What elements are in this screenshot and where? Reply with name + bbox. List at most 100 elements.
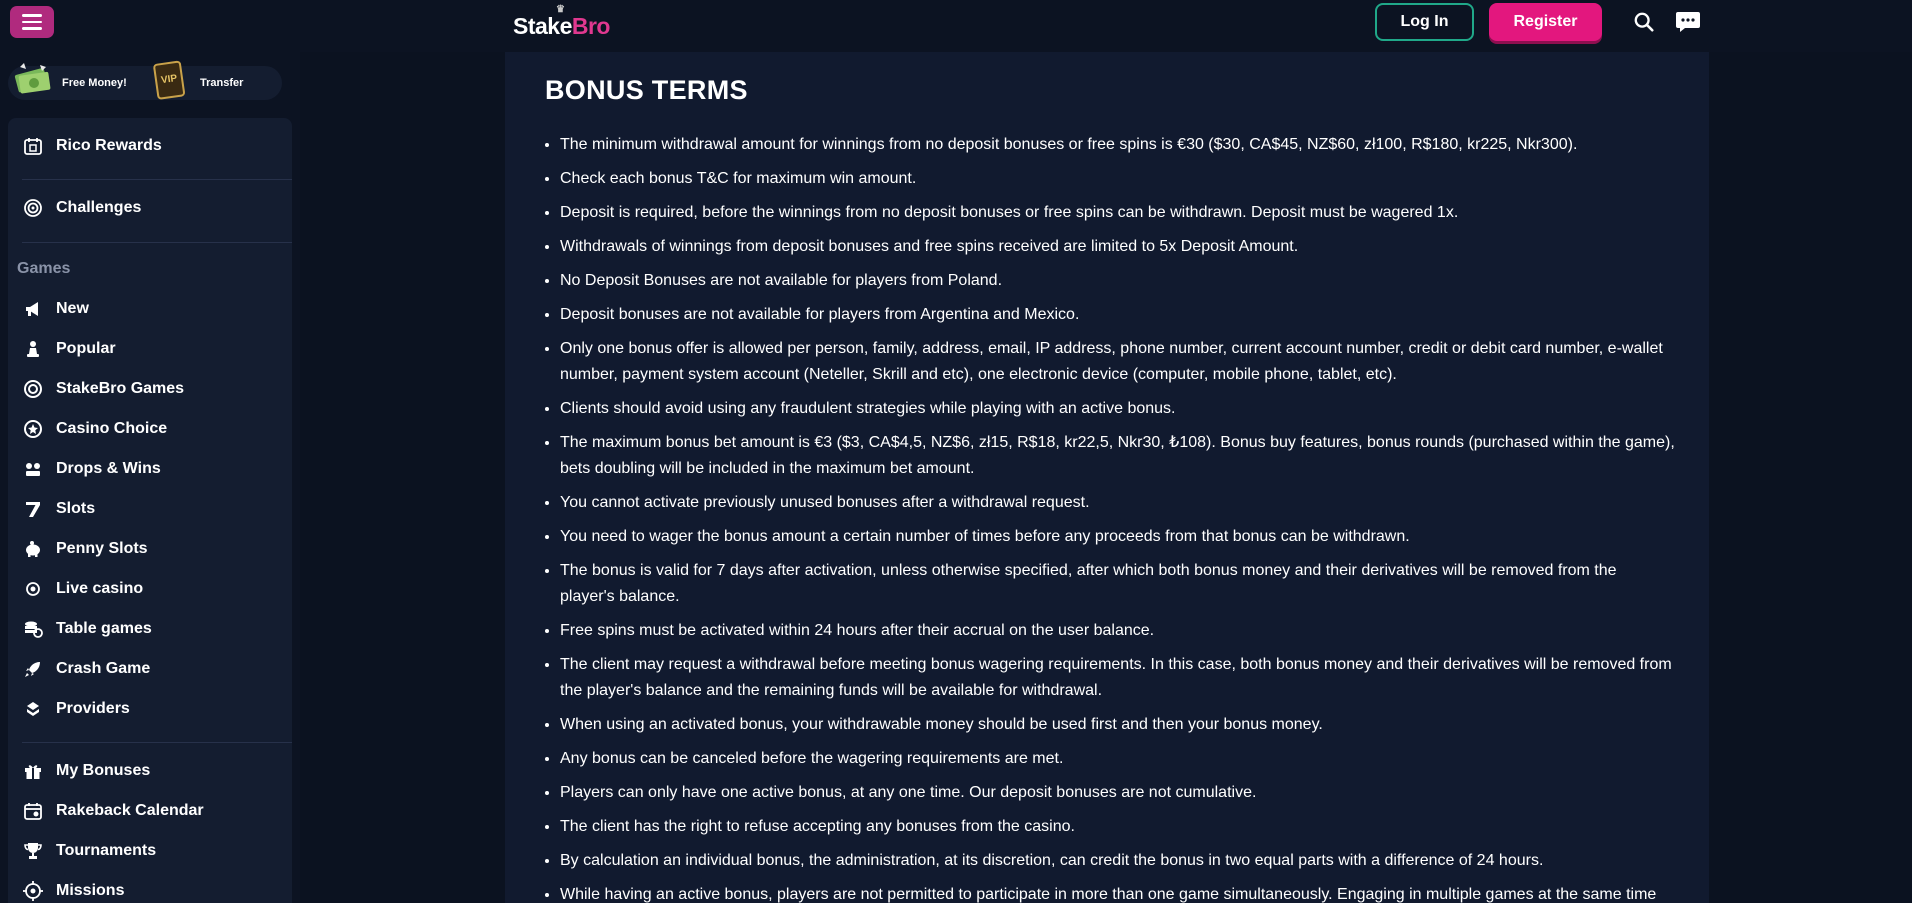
list-item: No Deposit Bonuses are not available for… (560, 268, 1675, 294)
free-money-label: Free Money! (62, 77, 127, 89)
sidebar-item-label: Live casino (56, 580, 144, 597)
trophy-icon (22, 840, 44, 862)
list-item: You cannot activate previously unused bo… (560, 490, 1675, 516)
list-item: The bonus is valid for 7 days after acti… (560, 558, 1675, 610)
money-bill-icon (14, 63, 51, 94)
menu-bar (22, 27, 42, 30)
sidebar-nav-panel: Rico Rewards Challenges Games New Popula… (8, 118, 292, 903)
vip-card-icon: VIP (153, 60, 186, 100)
sidebar-item-challenges[interactable]: Challenges (22, 193, 141, 223)
sidebar-item-label: Rico Rewards (56, 137, 162, 154)
sidebar-item-crash-game[interactable]: Crash Game (22, 654, 150, 684)
drops-wins-icon (22, 458, 44, 480)
sidebar-item-live-casino[interactable]: Live casino (22, 574, 143, 604)
target-icon (22, 197, 44, 219)
sidebar-item-my-bonuses[interactable]: My Bonuses (22, 756, 150, 786)
list-item: Deposit bonuses are not available for pl… (560, 302, 1675, 328)
sidebar-item-slots[interactable]: Slots (22, 494, 95, 524)
live-icon (22, 578, 44, 600)
star-badge-icon (22, 418, 44, 440)
chess-pawn-icon (22, 338, 44, 360)
svg-text:VIP: VIP (160, 73, 178, 86)
divider (22, 179, 292, 180)
sidebar-item-casino-choice[interactable]: Casino Choice (22, 414, 167, 444)
coins-stack-icon (22, 618, 44, 640)
sidebar-item-label: Missions (56, 882, 125, 899)
list-item: Check each bonus T&C for maximum win amo… (560, 166, 1675, 192)
list-item: While having an active bonus, players ar… (560, 882, 1675, 903)
divider (22, 242, 292, 243)
list-item: You need to wager the bonus amount a cer… (560, 524, 1675, 550)
crosshair-icon (22, 880, 44, 902)
transfer-promo[interactable]: VIP Transfer (148, 60, 244, 100)
sidebar-item-label: Penny Slots (56, 540, 148, 557)
promo-row: Free Money! VIP Transfer (8, 60, 282, 100)
sidebar-item-rakeback-calendar[interactable]: Rakeback Calendar (22, 796, 204, 826)
free-money-promo[interactable]: Free Money! (10, 63, 127, 100)
top-header: ♛ Stake Bro Log In Register (0, 0, 1912, 52)
bonus-terms-panel: BONUS TERMS The minimum withdrawal amoun… (505, 52, 1709, 903)
menu-bar (22, 20, 42, 24)
sidebar-item-providers[interactable]: Providers (22, 694, 130, 724)
sidebar-item-label: Tournaments (56, 842, 157, 859)
sidebar-item-label: Providers (56, 700, 130, 717)
sidebar-item-drops-wins[interactable]: Drops & Wins (22, 454, 161, 484)
logo-crown-icon: ♛ (556, 4, 565, 15)
sidebar-item-label: StakeBro Games (56, 380, 185, 397)
sidebar-item-rico-rewards[interactable]: Rico Rewards (22, 131, 162, 161)
page-title: BONUS TERMS (545, 75, 748, 105)
register-button[interactable]: Register (1489, 3, 1602, 41)
terms-list: The minimum withdrawal amount for winnin… (560, 132, 1675, 903)
list-item: Free spins must be activated within 24 h… (560, 618, 1675, 644)
logo-text-bro: Bro (571, 13, 611, 39)
sidebar-item-popular[interactable]: Popular (22, 334, 116, 364)
chip-icon (22, 378, 44, 400)
site-logo[interactable]: ♛ Stake Bro (513, 4, 611, 40)
megaphone-icon (22, 298, 44, 320)
sidebar: Free Money! VIP Transfer Rico Rewards Ch… (0, 52, 300, 903)
list-item: The minimum withdrawal amount for winnin… (560, 132, 1675, 158)
list-item: Withdrawals of winnings from deposit bon… (560, 234, 1675, 260)
sidebar-item-label: New (56, 300, 89, 317)
list-item: Deposit is required, before the winnings… (560, 200, 1675, 226)
chat-icon[interactable] (1675, 10, 1701, 34)
sidebar-item-label: Casino Choice (56, 420, 168, 437)
sidebar-item-label: Table games (56, 620, 152, 637)
sidebar-item-penny-slots[interactable]: Penny Slots (22, 534, 148, 564)
sidebar-item-new[interactable]: New (22, 294, 89, 324)
divider (22, 742, 292, 743)
sidebar-item-label: My Bonuses (56, 762, 151, 779)
list-item: Clients should avoid using any fraudulen… (560, 396, 1675, 422)
list-item: Any bonus can be canceled before the wag… (560, 746, 1675, 772)
search-icon[interactable] (1633, 11, 1655, 33)
sidebar-item-label: Crash Game (56, 660, 151, 677)
rocket-icon (22, 658, 44, 680)
login-button[interactable]: Log In (1375, 3, 1474, 41)
list-item: By calculation an individual bonus, the … (560, 848, 1675, 874)
list-item: Players can only have one active bonus, … (560, 780, 1675, 806)
transfer-label: Transfer (200, 77, 244, 89)
seven-icon (22, 498, 44, 520)
sidebar-item-stakebro-games[interactable]: StakeBro Games (22, 374, 184, 404)
sidebar-item-label: Rakeback Calendar (56, 802, 204, 819)
menu-bar (22, 14, 42, 17)
sidebar-item-tournaments[interactable]: Tournaments (22, 836, 156, 866)
logo-text-stake: Stake (513, 13, 572, 39)
calendar-icon (22, 800, 44, 822)
sidebar-item-label: Popular (56, 340, 116, 357)
gift-icon (22, 760, 44, 782)
sidebar-item-label: Slots (56, 500, 96, 517)
sidebar-item-label: Challenges (56, 199, 142, 216)
list-item: The client has the right to refuse accep… (560, 814, 1675, 840)
calendar-gift-icon (22, 135, 44, 157)
providers-icon (22, 698, 44, 720)
sidebar-item-table-games[interactable]: Table games (22, 614, 152, 644)
games-section-label: Games (17, 260, 71, 277)
hamburger-menu-button[interactable] (10, 6, 54, 38)
sidebar-item-label: Drops & Wins (56, 460, 161, 477)
sidebar-item-missions[interactable]: Missions (22, 876, 124, 903)
piggy-bank-icon (22, 538, 44, 560)
list-item: The maximum bonus bet amount is €3 ($3, … (560, 430, 1675, 482)
list-item: Only one bonus offer is allowed per pers… (560, 336, 1675, 388)
list-item: The client may request a withdrawal befo… (560, 652, 1675, 704)
